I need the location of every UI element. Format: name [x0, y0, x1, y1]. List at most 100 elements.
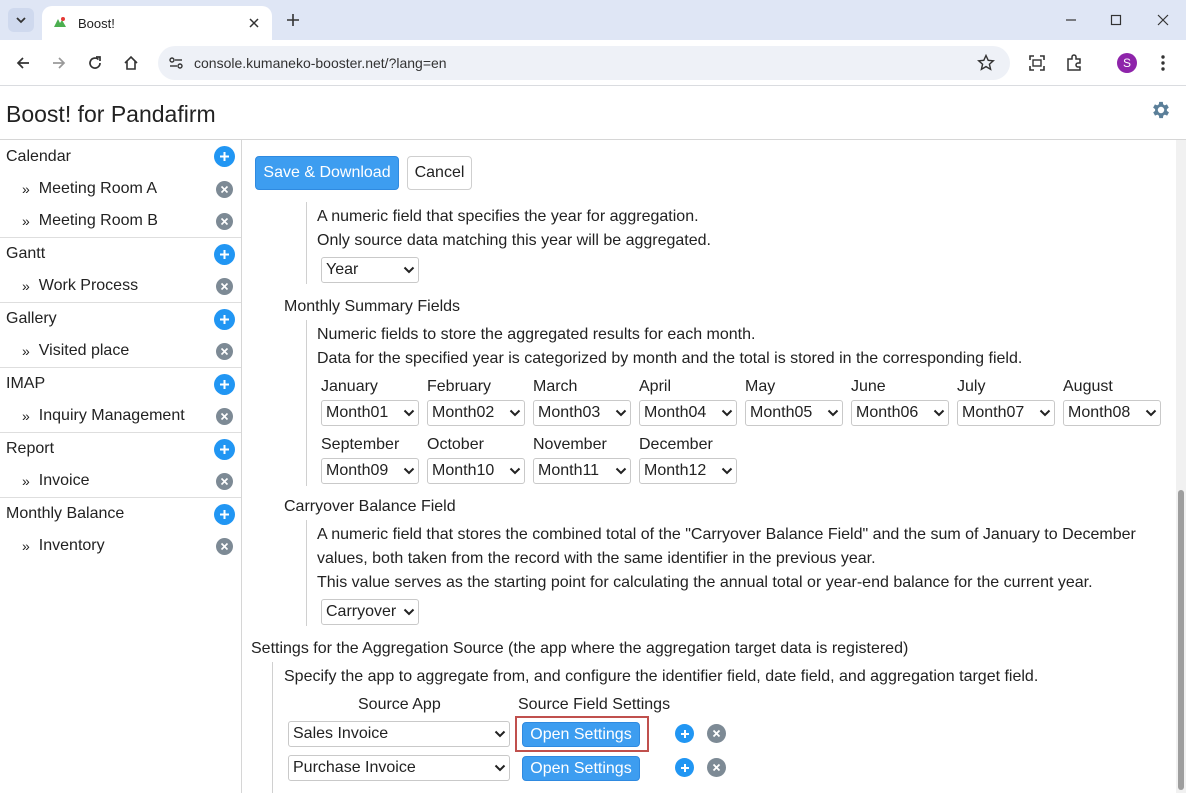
- select-value: Month02: [432, 404, 495, 421]
- tab-close-icon[interactable]: [246, 15, 262, 31]
- scrollbar-thumb[interactable]: [1178, 490, 1184, 790]
- chevron-down-icon: [718, 458, 736, 484]
- sidebar-group-gantt[interactable]: Gantt: [0, 237, 241, 270]
- tab-search-button[interactable]: [8, 8, 34, 32]
- source-app-select-purchase[interactable]: Purchase Invoice: [288, 755, 510, 781]
- browser-toolbar: console.kumaneko-booster.net/?lang=en S: [0, 40, 1186, 86]
- address-bar[interactable]: console.kumaneko-booster.net/?lang=en: [158, 46, 1010, 80]
- add-monthly-balance-button[interactable]: [214, 503, 235, 525]
- add-source-row-button[interactable]: [675, 758, 694, 777]
- indent-line: [306, 320, 307, 486]
- open-settings-button-purchase[interactable]: Open Settings: [522, 756, 640, 781]
- bullet: »: [22, 473, 30, 489]
- sidebar-group-calendar[interactable]: Calendar: [0, 140, 241, 173]
- plus-icon: [220, 152, 229, 161]
- open-settings-button-sales[interactable]: Open Settings: [522, 722, 640, 747]
- source-app-column-header: Source App: [358, 696, 441, 713]
- sidebar-item-meeting-room-b[interactable]: » Meeting Room B: [0, 205, 241, 237]
- url-text[interactable]: console.kumaneko-booster.net/?lang=en: [194, 55, 976, 71]
- sidebar-group-imap[interactable]: IMAP: [0, 367, 241, 400]
- site-info-icon[interactable]: [168, 55, 184, 71]
- month-field-select[interactable]: Month11: [533, 458, 631, 484]
- month-field-select[interactable]: Month10: [427, 458, 525, 484]
- sidebar-item-visited-place[interactable]: » Visited place: [0, 335, 241, 367]
- close-window-button[interactable]: [1153, 10, 1173, 30]
- save-download-button[interactable]: Save & Download: [255, 156, 399, 190]
- sidebar-item-label: Inventory: [38, 537, 105, 554]
- screenshot-icon[interactable]: [1026, 52, 1048, 74]
- sidebar-group-label: Calendar: [6, 147, 71, 165]
- new-tab-button[interactable]: [283, 10, 303, 30]
- home-button[interactable]: [120, 52, 142, 74]
- cancel-button[interactable]: Cancel: [407, 156, 472, 190]
- main-content: Save & Download Cancel A numeric field t…: [242, 140, 1186, 793]
- remove-item-icon[interactable]: [216, 472, 233, 490]
- maximize-button[interactable]: [1106, 10, 1126, 30]
- add-imap-button[interactable]: [214, 373, 235, 395]
- forward-button[interactable]: [48, 52, 70, 74]
- monthly-desc-1: Numeric fields to store the aggregated r…: [317, 326, 756, 343]
- month-field-select[interactable]: Month08: [1063, 400, 1161, 426]
- add-calendar-button[interactable]: [214, 146, 235, 167]
- source-app-select-sales[interactable]: Sales Invoice: [288, 721, 510, 747]
- sidebar-item-invoice[interactable]: » Invoice: [0, 465, 241, 497]
- profile-avatar[interactable]: S: [1117, 53, 1137, 73]
- month-field-select[interactable]: Month02: [427, 400, 525, 426]
- sidebar-group-monthly-balance[interactable]: Monthly Balance: [0, 497, 241, 530]
- sidebar-item-work-process[interactable]: » Work Process: [0, 270, 241, 302]
- sidebar-group-gallery[interactable]: Gallery: [0, 302, 241, 335]
- select-value: Month08: [1068, 404, 1131, 421]
- browser-tab[interactable]: Boost!: [42, 6, 272, 40]
- reload-button[interactable]: [84, 52, 106, 74]
- remove-source-row-button[interactable]: [707, 724, 726, 743]
- back-button[interactable]: [12, 52, 34, 74]
- year-field-select[interactable]: Year: [321, 257, 419, 283]
- month-field-select[interactable]: Month05: [745, 400, 843, 426]
- plus-icon: [287, 14, 299, 26]
- extensions-icon[interactable]: [1063, 52, 1085, 74]
- close-icon: [712, 729, 721, 738]
- sidebar-group-report[interactable]: Report: [0, 432, 241, 465]
- remove-item-icon[interactable]: [216, 212, 233, 230]
- carryover-desc-3: This value serves as the starting point …: [317, 574, 1093, 591]
- remove-item-icon[interactable]: [216, 180, 233, 198]
- select-value: Month10: [432, 462, 495, 479]
- sidebar-item-inventory[interactable]: » Inventory: [0, 530, 241, 562]
- remove-item-icon[interactable]: [216, 407, 233, 425]
- sidebar-group-label: Gallery: [6, 310, 57, 327]
- remove-item-icon[interactable]: [216, 342, 233, 360]
- sidebar-group-label: IMAP: [6, 375, 46, 392]
- add-gantt-button[interactable]: [214, 243, 235, 265]
- remove-source-row-button[interactable]: [707, 758, 726, 777]
- gear-icon[interactable]: [1150, 99, 1172, 121]
- browser-menu-icon[interactable]: [1152, 52, 1174, 74]
- month-label: June: [851, 378, 886, 395]
- bookmark-star-icon[interactable]: [976, 53, 996, 73]
- carryover-field-select[interactable]: Carryover: [321, 599, 419, 625]
- chevron-down-icon: [400, 599, 418, 625]
- remove-item-icon[interactable]: [216, 537, 233, 555]
- chevron-down-icon: [930, 400, 948, 426]
- add-source-row-button[interactable]: [675, 724, 694, 743]
- add-gallery-button[interactable]: [214, 308, 235, 330]
- month-field-select[interactable]: Month06: [851, 400, 949, 426]
- month-field-select[interactable]: Month04: [639, 400, 737, 426]
- bullet: »: [22, 213, 30, 229]
- month-field-select[interactable]: Month12: [639, 458, 737, 484]
- remove-item-icon[interactable]: [216, 277, 233, 295]
- minimize-button[interactable]: [1061, 10, 1081, 30]
- month-field-select[interactable]: Month07: [957, 400, 1055, 426]
- monthly-heading: Monthly Summary Fields: [284, 298, 461, 315]
- chevron-down-icon: [612, 458, 630, 484]
- sidebar-item-label: Visited place: [38, 342, 130, 359]
- select-value: Month01: [326, 404, 389, 421]
- month-label: May: [745, 378, 776, 395]
- sidebar-item-meeting-room-a[interactable]: » Meeting Room A: [0, 173, 241, 205]
- month-field-select[interactable]: Month01: [321, 400, 419, 426]
- sidebar-item-inquiry-management[interactable]: » Inquiry Management: [0, 400, 241, 432]
- month-field-select[interactable]: Month03: [533, 400, 631, 426]
- add-report-button[interactable]: [214, 438, 235, 460]
- month-label: March: [533, 378, 578, 395]
- month-field-select[interactable]: Month09: [321, 458, 419, 484]
- select-value: Month05: [750, 404, 813, 421]
